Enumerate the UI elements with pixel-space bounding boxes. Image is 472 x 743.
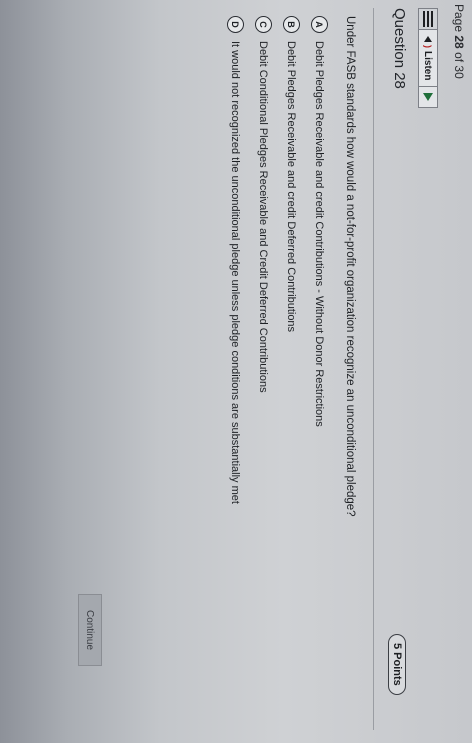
play-icon bbox=[423, 93, 433, 102]
option-text: Debit Conditional Pledges Receivable and… bbox=[257, 41, 270, 393]
play-button[interactable] bbox=[419, 87, 437, 107]
option-d[interactable]: D It would not recognized the unconditio… bbox=[227, 16, 244, 504]
option-letter: B bbox=[283, 16, 300, 33]
option-letter: C bbox=[255, 16, 272, 33]
continue-button[interactable]: Continue bbox=[78, 594, 102, 666]
option-a[interactable]: A Debit Pledges Receivable and credit Co… bbox=[311, 16, 328, 427]
quiz-screen: Page 28 of 30 ) Listen Question 28 5 Poi… bbox=[0, 0, 472, 743]
option-c[interactable]: C Debit Conditional Pledges Receivable a… bbox=[255, 16, 272, 393]
question-text: Under FASB standards how would a not-for… bbox=[344, 16, 356, 517]
option-text: It would not recognized the unconditiona… bbox=[229, 41, 242, 504]
menu-icon[interactable] bbox=[419, 9, 437, 30]
page-label: Page bbox=[452, 4, 466, 33]
page-current: 28 bbox=[452, 35, 466, 49]
option-text: Debit Pledges Receivable and credit Cont… bbox=[313, 41, 326, 427]
page-total: of 30 bbox=[452, 52, 466, 79]
audio-toolbar: ) Listen bbox=[418, 8, 438, 109]
page-indicator: Page 28 of 30 bbox=[452, 4, 466, 79]
listen-button[interactable]: ) Listen bbox=[419, 30, 437, 88]
option-letter: D bbox=[227, 16, 244, 33]
points-badge: 5 Points bbox=[388, 634, 406, 695]
listen-label: Listen bbox=[422, 51, 434, 81]
speaker-icon bbox=[424, 36, 432, 42]
option-b[interactable]: B Debit Pledges Receivable and credit De… bbox=[283, 16, 300, 332]
divider bbox=[373, 8, 374, 730]
question-title: Question 28 bbox=[391, 8, 408, 89]
option-text: Debit Pledges Receivable and credit Defe… bbox=[285, 41, 298, 333]
option-letter: A bbox=[311, 16, 328, 33]
sound-waves-icon: ) bbox=[423, 45, 433, 48]
